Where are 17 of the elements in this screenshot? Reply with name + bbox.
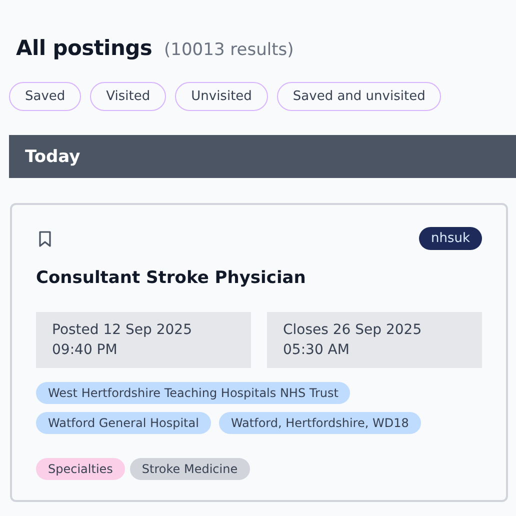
location-tag: Watford, Hertfordshire, WD18 bbox=[218, 412, 421, 434]
posted-date: Posted 12 Sep 2025 09:40 PM bbox=[36, 312, 251, 368]
page-title: All postings bbox=[16, 36, 152, 60]
category-tag: Stroke Medicine bbox=[130, 458, 250, 480]
filter-chip[interactable]: Saved and unvisited bbox=[276, 82, 442, 111]
closing-date: Closes 26 Sep 2025 05:30 AM bbox=[267, 312, 482, 368]
result-count: (10013 results) bbox=[164, 40, 294, 60]
filter-chip[interactable]: Saved bbox=[9, 82, 82, 111]
filter-chip[interactable]: Visited bbox=[90, 82, 166, 111]
section-header: Today bbox=[9, 135, 516, 178]
location-tag: Watford General Hospital bbox=[36, 412, 211, 434]
source-badge: nhsuk bbox=[418, 227, 482, 250]
filter-chip[interactable]: Unvisited bbox=[175, 82, 268, 111]
bookmark-icon[interactable] bbox=[38, 230, 52, 246]
category-label: Specialties bbox=[36, 458, 125, 480]
posting-title[interactable]: Consultant Stroke Physician bbox=[36, 268, 482, 288]
location-tag: West Hertfordshire Teaching Hospitals NHS Trust bbox=[36, 382, 350, 404]
